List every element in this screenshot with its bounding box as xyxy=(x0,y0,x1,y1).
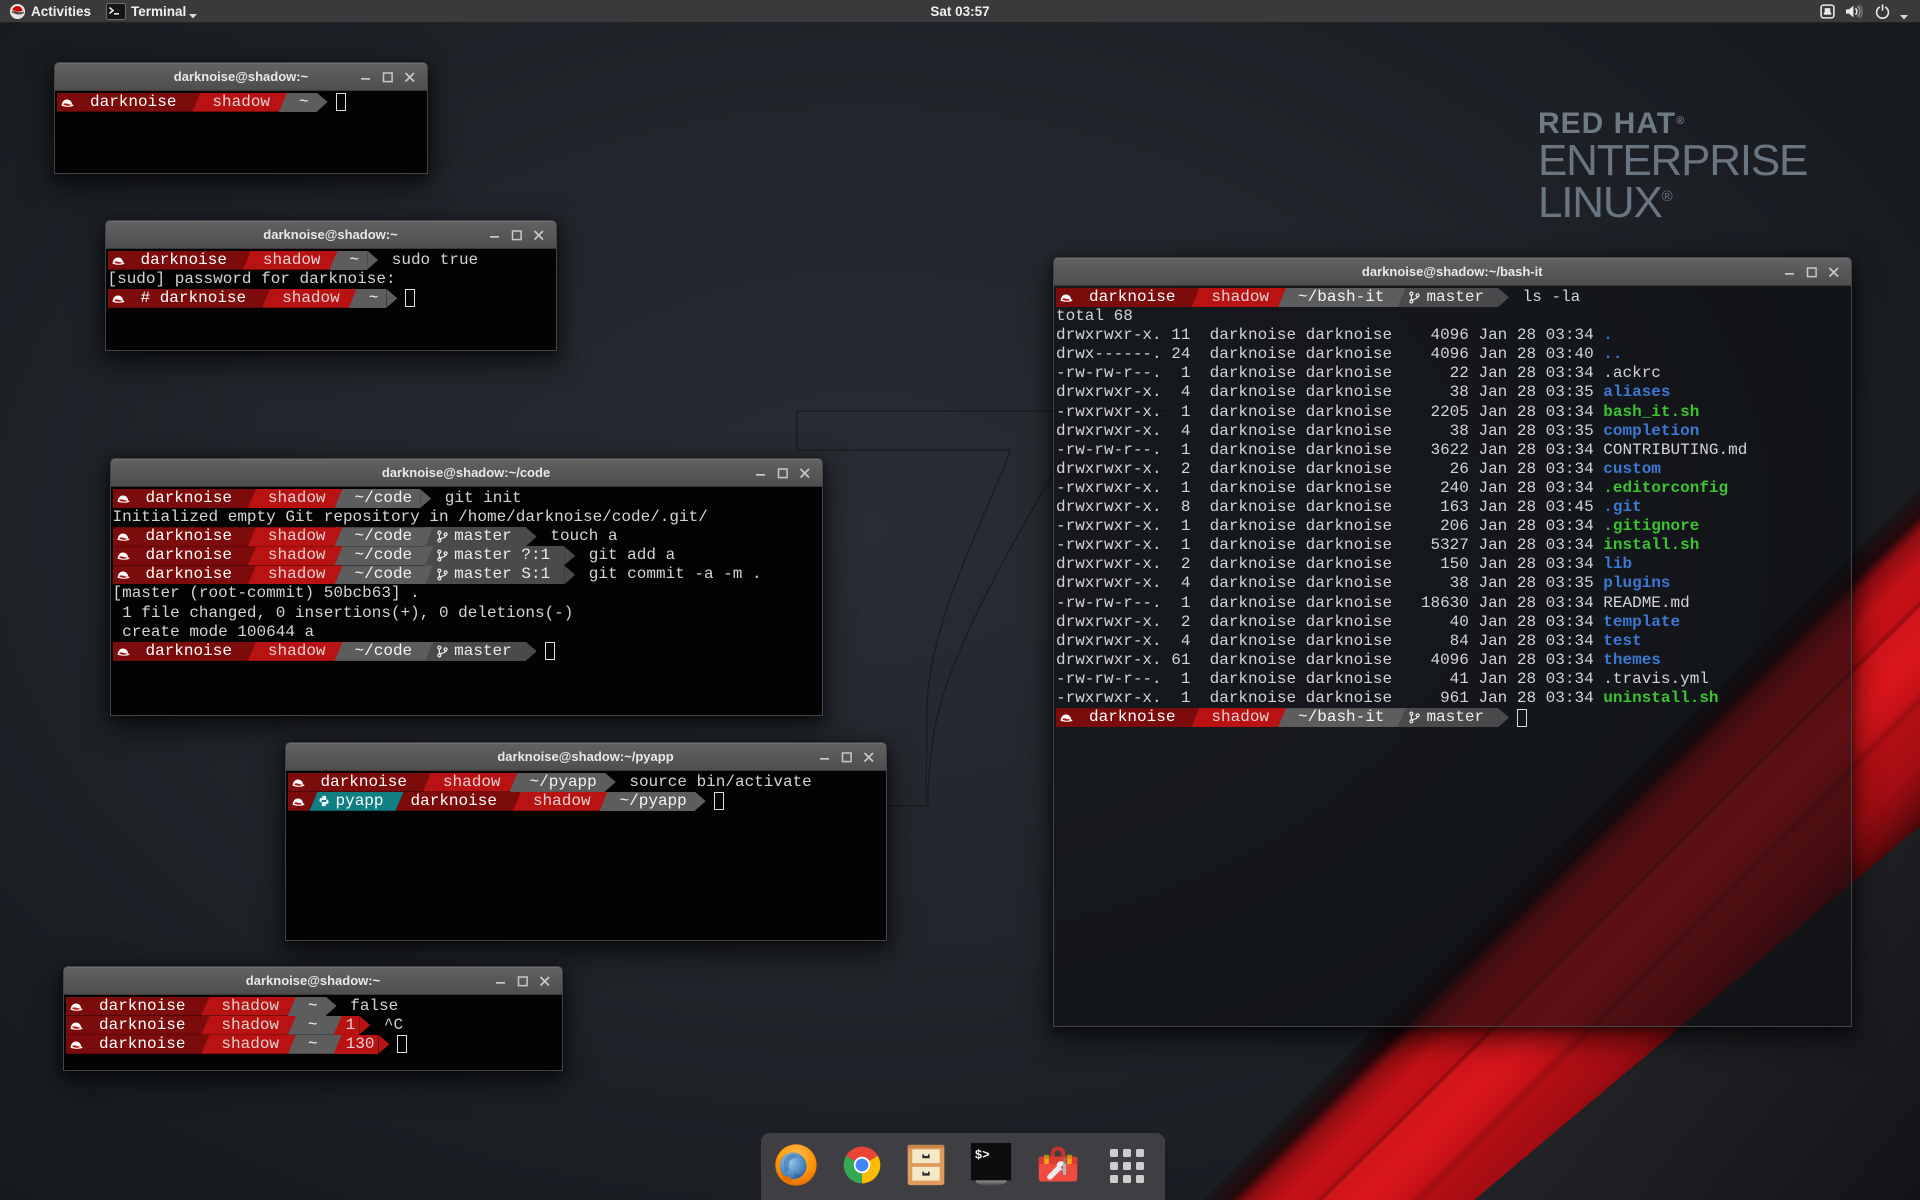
svg-text:$>: $> xyxy=(975,1148,990,1162)
